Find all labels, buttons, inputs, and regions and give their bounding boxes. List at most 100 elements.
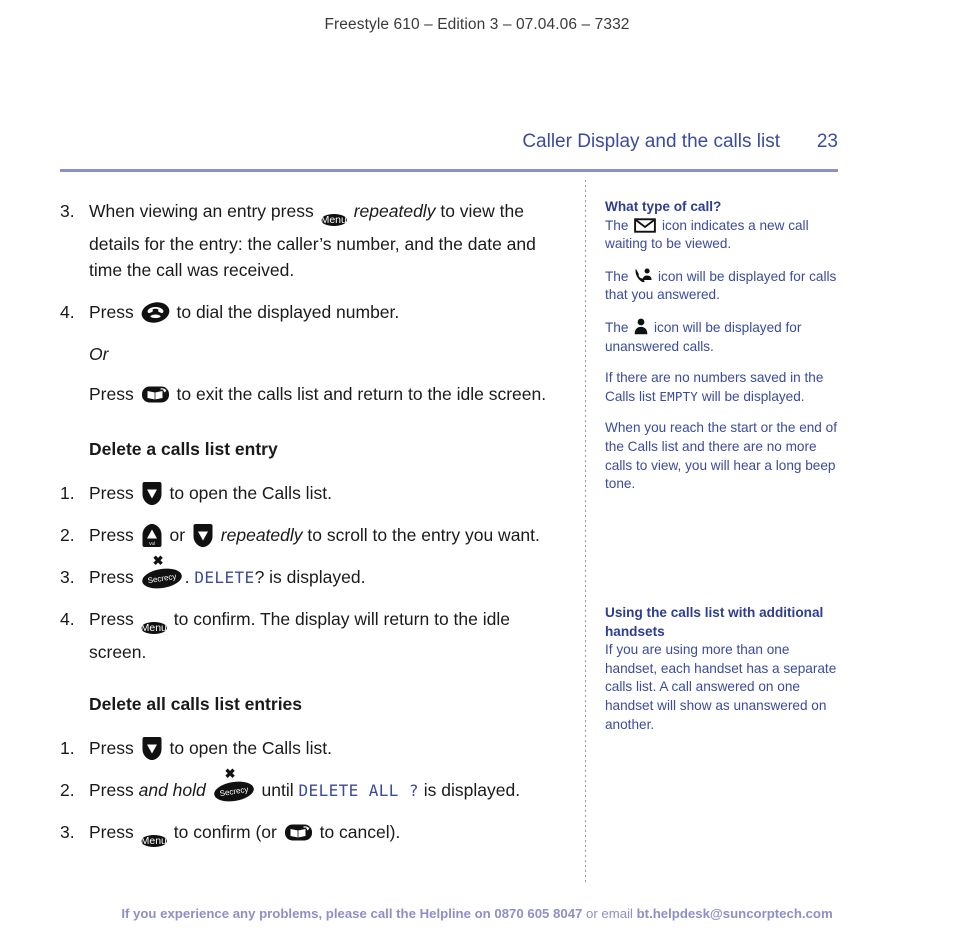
- subheading-delete-entry: Delete a calls list entry: [89, 439, 278, 460]
- down-arrow-key-icon[interactable]: [192, 523, 214, 548]
- step-text-after: ? is displayed.: [254, 567, 366, 588]
- step-text-before: Press: [89, 567, 134, 588]
- menu-key-label: Menu: [140, 834, 167, 847]
- menu-key-label: Menu: [320, 214, 347, 226]
- secrecy-key-icon[interactable]: ✖ Secrecy: [140, 554, 183, 592]
- list-item: 3. When viewing an entry press Menu repe…: [60, 199, 560, 284]
- sidebar-note: The icon will be displayed for calls tha…: [605, 267, 843, 305]
- footer-phone-number: 0870 605 8047: [494, 906, 583, 921]
- section-header: Caller Display and the calls list 23: [60, 131, 838, 153]
- step-text: Press Menu to confirm (or to cancel).: [89, 820, 560, 853]
- step-text-after: to open the Calls list.: [169, 483, 332, 504]
- list-item: 1. Press to open the Calls list.: [60, 481, 560, 507]
- running-head: Freestyle 610 – Edition 3 – 07.04.06 – 7…: [324, 16, 630, 33]
- sidebar-note: When you reach the start or the end of t…: [605, 420, 837, 492]
- sidebar-note: If there are no numbers saved in the Cal…: [605, 369, 843, 406]
- step-number: 3.: [60, 201, 75, 221]
- exit-instruction: Press to exit the calls list and return …: [89, 382, 560, 408]
- down-arrow-key-icon[interactable]: [141, 736, 163, 761]
- step-text-before: Press: [89, 779, 134, 800]
- step-number: 3.: [60, 821, 75, 842]
- step-text-after: to open the Calls list.: [169, 737, 332, 758]
- sidebar-block-additional-handsets: Using the calls list with additional han…: [605, 604, 843, 734]
- note-text-before: The: [605, 320, 629, 336]
- step-text-before: Press: [89, 609, 134, 630]
- step-number: 1.: [60, 483, 75, 504]
- header-divider-rule: [60, 169, 838, 172]
- sidebar-note: The icon will be displayed for unanswere…: [605, 318, 843, 356]
- step-text-mid: until: [261, 779, 294, 800]
- step-text: Press to open the Calls list.: [89, 736, 560, 762]
- lcd-display-text: DELETE ALL ?: [298, 780, 419, 800]
- list-item: 1. Press to open the Calls list.: [60, 736, 560, 762]
- step-text: Press to dial the displayed number.: [89, 300, 560, 326]
- step-number: 2.: [60, 525, 75, 546]
- phonebook-key-icon[interactable]: [141, 383, 170, 406]
- step-text-italic: repeatedly: [220, 525, 303, 546]
- svg-text:Vol: Vol: [148, 541, 154, 546]
- step-text-italic: repeatedly: [353, 201, 436, 221]
- step-number: 1.: [60, 737, 75, 758]
- phonebook-key-icon[interactable]: [284, 821, 313, 844]
- list-item: 2. Press Vol or repeatedly to scroll to …: [60, 523, 560, 549]
- step-number: 4.: [60, 609, 75, 630]
- lcd-display-text: EMPTY: [659, 388, 699, 404]
- or-label: Or: [89, 343, 109, 364]
- step-text-before: Press: [89, 301, 134, 322]
- step-text-after: to dial the displayed number.: [176, 301, 400, 322]
- exit-text-after: to exit the calls list and return to the…: [176, 383, 547, 404]
- menu-key-icon[interactable]: Menu: [320, 205, 347, 232]
- close-icon: ✖: [152, 553, 164, 569]
- footer-email-address[interactable]: bt.helpdesk@suncorptech.com: [637, 906, 833, 921]
- step-text: Press to open the Calls list.: [89, 481, 560, 507]
- step-text-after: to scroll to the entry you want.: [307, 525, 540, 546]
- step-number: 4.: [60, 301, 75, 322]
- sidebar-block-call-types: What type of call? The icon indicates a …: [605, 198, 843, 494]
- menu-key-label: Menu: [140, 622, 167, 635]
- envelope-icon: [634, 217, 657, 233]
- secrecy-key-label: Secrecy: [140, 566, 183, 592]
- answered-call-icon: [635, 268, 652, 282]
- list-item: 3. Press ✖ Secrecy . DELETE? is displaye…: [60, 554, 560, 592]
- lcd-display-text: DELETE: [194, 568, 255, 588]
- secrecy-key-icon[interactable]: ✖ Secrecy: [212, 767, 255, 804]
- subheading-delete-all: Delete all calls list entries: [89, 693, 303, 714]
- dial-key-icon[interactable]: [141, 301, 170, 324]
- sidebar-note: The icon indicates a new call waiting to…: [605, 217, 843, 254]
- step-text-before: Press: [89, 821, 134, 842]
- step-text-before: Press: [89, 525, 134, 546]
- sidebar-notes-column: What type of call? The icon indicates a …: [605, 198, 843, 747]
- step-text: When viewing an entry press Menu repeate…: [89, 199, 560, 284]
- menu-key-icon[interactable]: Menu: [140, 613, 167, 640]
- note-text-after: will be displayed.: [701, 388, 805, 404]
- step-text-before: When viewing an entry press: [89, 201, 314, 221]
- step-text: Press and hold ✖ Secrecy until DELETE AL…: [89, 767, 560, 804]
- exit-text-before: Press: [89, 383, 134, 404]
- page-title: Caller Display and the calls list: [522, 131, 780, 152]
- step-text-mid: or: [169, 525, 186, 546]
- footer-text-before: If you experience any problems, please c…: [121, 906, 491, 921]
- down-arrow-key-icon[interactable]: [141, 481, 163, 506]
- step-text-before: Press: [89, 483, 134, 504]
- menu-key-icon[interactable]: Menu: [140, 826, 167, 853]
- step-text-mid: to confirm (or: [173, 821, 277, 842]
- list-item: 3. Press Menu to confirm (or to cancel).: [60, 820, 560, 853]
- step-number: 3.: [60, 567, 75, 588]
- sidebar-heading-additional-handsets: Using the calls list with additional han…: [605, 604, 824, 639]
- note-text-before: The: [605, 268, 629, 284]
- up-arrow-volume-key-icon[interactable]: Vol: [141, 523, 163, 548]
- list-item: 4. Press Menu to confirm. The display wi…: [60, 607, 560, 666]
- secrecy-key-label: Secrecy: [212, 778, 255, 804]
- step-text-after: to cancel).: [319, 821, 401, 842]
- sidebar-note: If you are using more than one handset, …: [605, 642, 837, 732]
- step-text: Press ✖ Secrecy . DELETE? is displayed.: [89, 554, 560, 592]
- note-text-before: The: [605, 217, 629, 233]
- footer-helpline: If you experience any problems, please c…: [0, 906, 954, 921]
- step-text-before: Press: [89, 737, 134, 758]
- close-icon: ✖: [224, 765, 236, 781]
- page-number: 23: [816, 131, 838, 152]
- person-icon: [634, 318, 648, 335]
- sidebar-heading-what-type-of-call: What type of call?: [605, 199, 722, 214]
- list-item: 2. Press and hold ✖ Secrecy until DELETE…: [60, 767, 560, 804]
- column-divider: [585, 180, 586, 885]
